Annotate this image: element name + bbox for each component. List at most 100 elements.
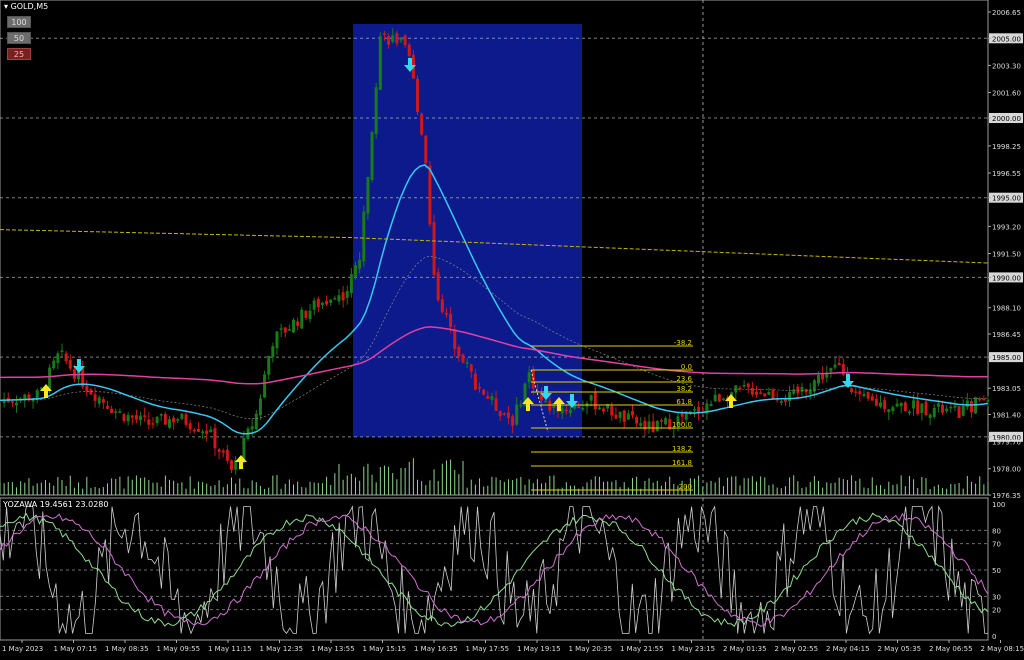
candle-body: [420, 114, 423, 135]
candle-body: [738, 388, 741, 390]
price-axis-label: 1986.45: [992, 331, 1021, 339]
candle-body: [561, 408, 564, 413]
candle-body: [867, 392, 870, 399]
candle-body: [69, 360, 72, 368]
fib-level-label: 161.8: [672, 459, 692, 467]
candle-body: [251, 426, 254, 429]
candle-body: [958, 406, 961, 418]
candle-body: [309, 311, 312, 319]
candle-body: [904, 402, 907, 411]
candle-body: [180, 414, 183, 419]
fib-level-label: 23.6: [676, 375, 692, 383]
candle-body: [594, 393, 597, 410]
candle-body: [218, 449, 221, 452]
time-axis-label: 2 May 05:35: [878, 645, 922, 653]
candle-body: [544, 401, 547, 403]
candle-body: [962, 406, 965, 416]
oscillator-scale-label: 30: [992, 593, 1001, 601]
candle-body: [887, 409, 890, 412]
menu-triangle-icon[interactable]: ▾: [4, 2, 8, 11]
candle-body: [387, 36, 390, 45]
candle-body: [879, 402, 882, 406]
candle-body: [519, 405, 522, 407]
candle-body: [792, 389, 795, 393]
candle-body: [94, 394, 97, 401]
candle-body: [900, 403, 903, 406]
candle-body: [896, 404, 899, 407]
candle-body: [883, 400, 886, 409]
time-axis-label: 1 May 20:35: [569, 645, 613, 653]
candle-body: [110, 409, 113, 413]
time-axis-label: 1 May 23:15: [672, 645, 716, 653]
price-axis-label: 1991.50: [992, 251, 1021, 259]
candle-body: [11, 401, 14, 403]
candle-body: [511, 416, 514, 425]
candle-body: [321, 303, 324, 305]
candle-body: [193, 430, 196, 432]
candle-body: [987, 400, 990, 402]
candle-body: [482, 390, 485, 395]
candle-body: [226, 450, 229, 461]
candle-body: [259, 398, 262, 415]
candle-body: [507, 412, 510, 417]
candle-body: [627, 413, 630, 419]
zoom-100-button[interactable]: 100: [7, 16, 31, 28]
candle-body: [375, 87, 378, 134]
candle-body: [581, 408, 584, 410]
candle-body: [924, 402, 927, 415]
candle-body: [949, 407, 952, 409]
price-axis-label: 1996.55: [992, 170, 1021, 178]
price-axis-label: 2005.00: [992, 35, 1021, 43]
candle-body: [292, 320, 295, 332]
candle-body: [780, 401, 783, 403]
time-axis-label: 2 May 08:15: [981, 645, 1024, 653]
candle-body: [280, 328, 283, 330]
candle-body: [623, 410, 626, 421]
candle-body: [891, 407, 894, 411]
candle-body: [65, 353, 68, 361]
candle-body: [718, 394, 721, 401]
time-axis-label: 1 May 07:15: [54, 645, 98, 653]
candle-body: [213, 428, 216, 448]
fib-level-label: 38.2: [676, 385, 692, 393]
zoom-25-button[interactable]: 25: [7, 48, 31, 60]
candle-body: [978, 399, 981, 401]
candle-body: [681, 413, 684, 416]
candle-body: [139, 416, 142, 421]
candle-body: [499, 411, 502, 416]
candle-body: [619, 412, 622, 418]
candle-body: [920, 404, 923, 413]
candle-body: [602, 408, 605, 411]
candle-body: [486, 396, 489, 399]
trading-chart-window[interactable]: 2006.652005.002003.302001.602000.001998.…: [0, 0, 1024, 656]
candle-body: [52, 361, 55, 368]
time-axis-label: 2 May 01:35: [723, 645, 767, 653]
candle-body: [772, 390, 775, 399]
candle-body: [664, 418, 667, 424]
candle-body: [185, 414, 188, 424]
zoom-50-button[interactable]: 50: [7, 32, 31, 44]
candle-body: [834, 365, 837, 368]
candle-body: [929, 415, 932, 418]
time-axis-label: 1 May 13:55: [311, 645, 355, 653]
candle-body: [441, 299, 444, 312]
price-chart[interactable]: 2006.652005.002003.302001.602000.001998.…: [0, 0, 1024, 656]
price-axis-label: 2000.00: [992, 115, 1021, 123]
candle-body: [428, 166, 431, 225]
candle-body: [383, 33, 386, 35]
candle-body: [656, 421, 659, 431]
candle-body: [408, 45, 411, 56]
candle-body: [151, 423, 154, 425]
candle-body: [871, 396, 874, 400]
time-axis-label: 1 May 2023: [2, 645, 43, 653]
time-axis-label: 2 May 04:15: [826, 645, 870, 653]
candle-body: [916, 400, 919, 414]
time-axis-label: 1 May 19:15: [517, 645, 561, 653]
candle-body: [284, 328, 287, 333]
candle-body: [56, 353, 59, 363]
candle-body: [759, 393, 762, 395]
candle-body: [362, 211, 365, 261]
candle-body: [404, 36, 407, 45]
candle-body: [449, 314, 452, 327]
candle-body: [176, 419, 179, 421]
